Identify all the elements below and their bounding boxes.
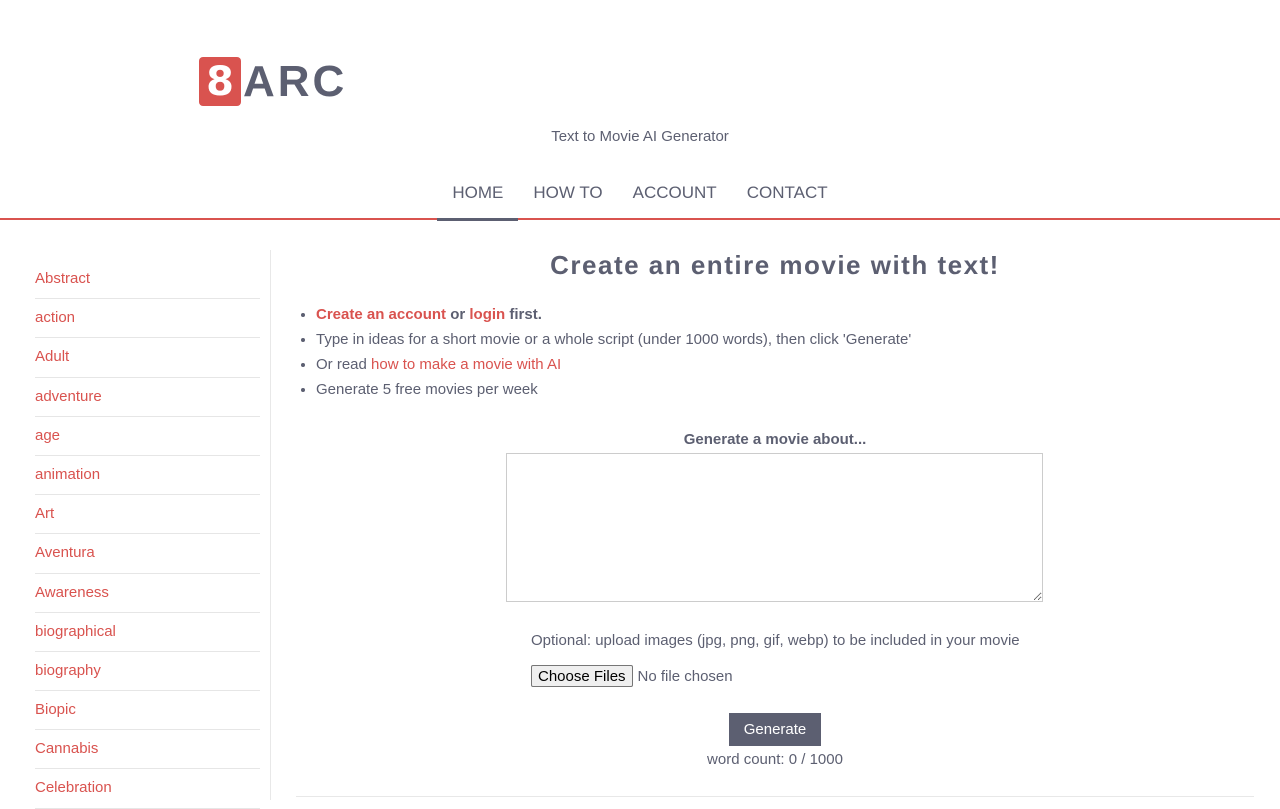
prompt-label: Generate a movie about... [683,431,867,448]
sidebar-divider [270,250,271,800]
logo-mark: 8 [199,57,241,106]
category-link[interactable]: age [35,417,260,456]
category-link[interactable]: Adult [35,338,260,378]
page-heading: Create an entire movie with text! [550,250,1000,280]
category-link[interactable]: Biopic [35,691,260,731]
category-link[interactable]: action [35,299,260,339]
intro-or-text: or [446,306,470,323]
intro-item-account: Create an account or login first. [316,305,1254,330]
category-sidebar: Abstract action Adult adventure age anim… [35,260,260,809]
category-link[interactable]: adventure [35,378,260,417]
movie-prompt-textarea[interactable] [506,453,1043,602]
logo-text: ARC [243,57,348,106]
word-count: word count: 0 / 1000 [707,751,843,768]
intro-first-text: first. [505,306,542,323]
site-tagline: Text to Movie AI Generator [551,128,729,145]
content-divider [296,796,1254,797]
category-link[interactable]: Art [35,495,260,535]
generate-button[interactable]: Generate [729,713,821,746]
category-link[interactable]: Abstract [35,260,260,300]
category-link[interactable]: biography [35,652,260,692]
category-link[interactable]: biographical [35,613,260,652]
upload-label: Optional: upload images (jpg, png, gif, … [531,632,1020,649]
intro-item-limit: Generate 5 free movies per week [316,380,1254,405]
nav-contact[interactable]: CONTACT [732,170,843,218]
nav-account[interactable]: ACCOUNT [618,170,732,218]
intro-or-read-text: Or read [316,356,372,373]
main-nav: HOME HOW TO ACCOUNT CONTACT [0,170,1280,221]
nav-home[interactable]: HOME [437,170,519,221]
category-link[interactable]: Aventura [35,534,260,574]
category-link[interactable]: Awareness [35,574,260,613]
nav-how-to[interactable]: HOW TO [518,170,617,218]
intro-item-instructions: Type in ideas for a short movie or a who… [316,330,1254,355]
choose-files-button[interactable]: Choose Files [531,665,633,687]
category-link[interactable]: animation [35,456,260,496]
no-file-chosen-text: No file chosen [637,667,733,685]
intro-item-howto: Or read how to make a movie with AI [316,355,1254,380]
intro-list: Create an account or login first. Type i… [296,305,1254,405]
category-link[interactable]: Cannabis [35,730,260,770]
login-link[interactable]: login [469,306,505,323]
howto-link[interactable]: how to make a movie with AI [371,356,561,373]
category-link[interactable]: Celebration [35,769,260,809]
file-input: Choose Files No file chosen [531,665,733,687]
main-content: Create an entire movie with text! Create… [296,245,1254,797]
create-account-link[interactable]: Create an account [316,306,446,323]
site-logo[interactable]: 8 ARC [199,57,347,106]
